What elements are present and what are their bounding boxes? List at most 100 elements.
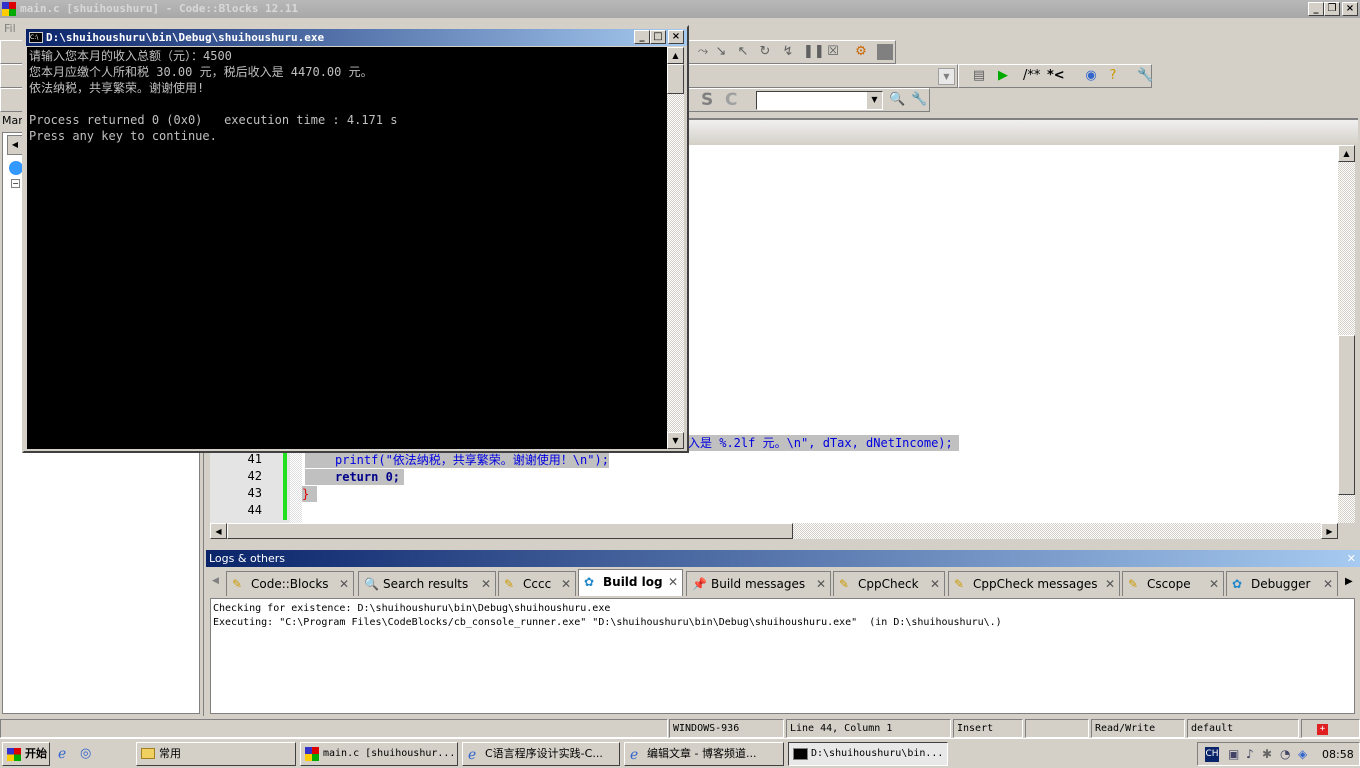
stop-debug-icon[interactable]: ☒ — [825, 44, 841, 60]
console-icon — [793, 748, 808, 760]
tab-close-icon[interactable]: ✕ — [339, 572, 349, 596]
console-scrollbar[interactable]: ▲ ▼ — [667, 47, 684, 449]
console-minimize-button[interactable]: _ — [634, 30, 650, 44]
tab-cscope[interactable]: ✎ Cscope ✕ — [1122, 571, 1224, 596]
ie-icon[interactable]: ℯ — [58, 746, 66, 762]
system-tray: CH ▣ ♪ ✱ ◔ ◈ 08:58 — [1197, 742, 1360, 766]
wrench-icon[interactable]: 🔧 — [911, 92, 927, 108]
config-icon[interactable]: 🔧 — [1137, 68, 1153, 84]
tab-close-icon[interactable]: ✕ — [816, 572, 826, 596]
step-into-instruction-icon[interactable]: ↯ — [780, 44, 796, 60]
tab-debugger[interactable]: ✿ Debugger ✕ — [1226, 571, 1338, 596]
pencil-icon: ✎ — [839, 577, 850, 591]
tab-cppcheck[interactable]: ✎ CppCheck ✕ — [833, 571, 945, 596]
restore-button[interactable]: ❐ — [1324, 2, 1340, 16]
start-button[interactable]: 开始 — [2, 742, 50, 766]
target-dropdown[interactable]: ▼ — [938, 68, 955, 85]
doxyblocks-toolbar: ▤ ▶ /** *< ◉ ? 🔧 — [958, 64, 1153, 88]
close-button[interactable]: × — [1342, 2, 1358, 16]
extract-docs-icon[interactable]: ▶ — [995, 68, 1011, 84]
tab-close-icon[interactable]: ✕ — [481, 572, 491, 596]
scroll-left-button[interactable]: ◀ — [7, 135, 23, 155]
ime-indicator[interactable]: CH — [1205, 747, 1219, 762]
pencil-icon: ✎ — [1128, 577, 1139, 591]
tabs-scroll-right[interactable]: ▶ — [1345, 576, 1353, 587]
search-dropdown-arrow[interactable]: ▼ — [867, 92, 882, 109]
tab-search-results[interactable]: 🔍 Search results ✕ — [358, 571, 496, 596]
debug-windows-icon[interactable]: ⚙ — [853, 44, 869, 60]
info-icon[interactable] — [877, 44, 893, 60]
window-title: main.c [shuihoushuru] - Code::Blocks 12.… — [20, 2, 299, 15]
taskbar-item-folder[interactable]: 常用 — [136, 742, 296, 766]
status-bar: WINDOWS-936 Line 44, Column 1 Insert Rea… — [0, 719, 1360, 738]
console-title-bar: D:\shuihoushuru\bin\Debug\shuihoushuru.e… — [26, 29, 687, 46]
line-comment-button[interactable]: *< — [1047, 68, 1065, 83]
html-icon[interactable]: ◉ — [1083, 68, 1099, 84]
c-button[interactable]: C — [725, 90, 737, 110]
build-log: Checking for existence: D:\shuihoushuru\… — [210, 598, 1355, 714]
taskbar-item-codeblocks[interactable]: main.c [shuihoushur... — [300, 742, 458, 766]
tab-cccc[interactable]: ✎ Cccc ✕ — [498, 571, 576, 596]
editor-vscroll[interactable]: ▲ — [1338, 145, 1355, 523]
tab-close-icon[interactable]: ✕ — [1105, 572, 1115, 596]
tab-close-icon[interactable]: ✕ — [1323, 572, 1333, 596]
gear-icon: ✿ — [1232, 577, 1243, 591]
step-icon[interactable]: ⤳ — [695, 44, 711, 60]
swiss-flag-icon: + — [1317, 724, 1328, 735]
pause-icon[interactable]: ❚❚ — [803, 44, 825, 60]
tab-build-messages[interactable]: 📌 Build messages ✕ — [686, 571, 831, 596]
line-number: 44 — [247, 503, 262, 517]
next-instruction-icon[interactable]: ↻ — [757, 44, 773, 60]
menu-file[interactable]: Fil — [4, 22, 16, 35]
pin-icon: 📌 — [692, 577, 707, 591]
console-window: D:\shuihoushuru\bin\Debug\shuihoushuru.e… — [22, 25, 689, 453]
desktop-icon[interactable]: ◎ — [80, 746, 91, 761]
gear-icon: ✿ — [584, 575, 595, 589]
folder-icon — [141, 748, 155, 759]
tabs-scroll-left[interactable]: ◀ — [212, 576, 219, 586]
tab-codeblocks[interactable]: ✎ Code::Blocks ✕ — [226, 571, 354, 596]
security-icon[interactable]: ◔ — [1280, 747, 1290, 761]
minimize-button[interactable]: _ — [1308, 2, 1324, 16]
doxywizard-icon[interactable]: ▤ — [971, 68, 987, 84]
code-line-42: return 0; — [305, 469, 405, 485]
console-icon: C:\ — [29, 32, 43, 43]
help-icon[interactable]: ? — [1105, 68, 1121, 84]
logs-tabs: ◀ ✎ Code::Blocks ✕ 🔍 Search results ✕ ✎ Cccc ✕… — [208, 569, 1358, 596]
s-button[interactable]: S — [701, 90, 713, 110]
status-position: Line 44, Column 1 — [786, 719, 951, 738]
block-comment-button[interactable]: /** — [1023, 68, 1040, 83]
search-input[interactable]: ▼ — [756, 91, 883, 110]
console-output: 请输入您本月的收入总额（元）：4500 您本月应缴个人所和税 30.00 元，税… — [27, 47, 667, 449]
tab-close-icon[interactable]: ✕ — [1209, 572, 1219, 596]
collapse-icon[interactable]: − — [11, 179, 20, 188]
ie-icon: ℯ — [630, 747, 639, 763]
magnifier-icon[interactable]: 🔍 — [889, 92, 905, 108]
tab-close-icon[interactable]: ✕ — [668, 570, 678, 594]
volume-icon[interactable]: ♪ — [1246, 747, 1254, 761]
pencil-icon: ✎ — [232, 577, 243, 591]
close-logs-icon[interactable]: ✕ — [1347, 550, 1356, 567]
tab-cppcheck-messages[interactable]: ✎ CppCheck messages ✕ — [948, 571, 1120, 596]
network-icon[interactable]: ▣ — [1228, 747, 1239, 761]
status-lang: default — [1187, 719, 1299, 738]
step-into-icon[interactable]: ↘ — [713, 44, 729, 60]
workspace-icon — [9, 161, 23, 175]
tab-build-log[interactable]: ✿ Build log ✕ — [578, 569, 683, 596]
editor-hscroll[interactable]: ◀ ▶ — [210, 523, 1338, 539]
management-tab[interactable]: Mar — [2, 114, 23, 127]
status-mode: Insert — [953, 719, 1023, 738]
taskbar-item-browser-2[interactable]: ℯ 编辑文章 - 博客频道... — [624, 742, 784, 766]
console-maximize-button[interactable]: □ — [650, 30, 666, 44]
tab-close-icon[interactable]: ✕ — [930, 572, 940, 596]
code-line-40: 入是 %.2lf 元。\n", dTax, dNetIncome); — [688, 435, 959, 451]
taskbar-item-console[interactable]: D:\shuihoushuru\bin... — [788, 742, 948, 766]
step-out-icon[interactable]: ↖ — [735, 44, 751, 60]
tab-close-icon[interactable]: ✕ — [561, 572, 571, 596]
taskbar-item-browser-1[interactable]: ℯ C语言程序设计实践-C... — [462, 742, 620, 766]
console-title: D:\shuihoushuru\bin\Debug\shuihoushuru.e… — [46, 31, 325, 44]
pencil-icon: ✎ — [504, 577, 515, 591]
shield-icon[interactable]: ◈ — [1298, 747, 1307, 761]
tray-app-icon[interactable]: ✱ — [1262, 747, 1272, 761]
console-close-button[interactable]: × — [668, 30, 684, 44]
